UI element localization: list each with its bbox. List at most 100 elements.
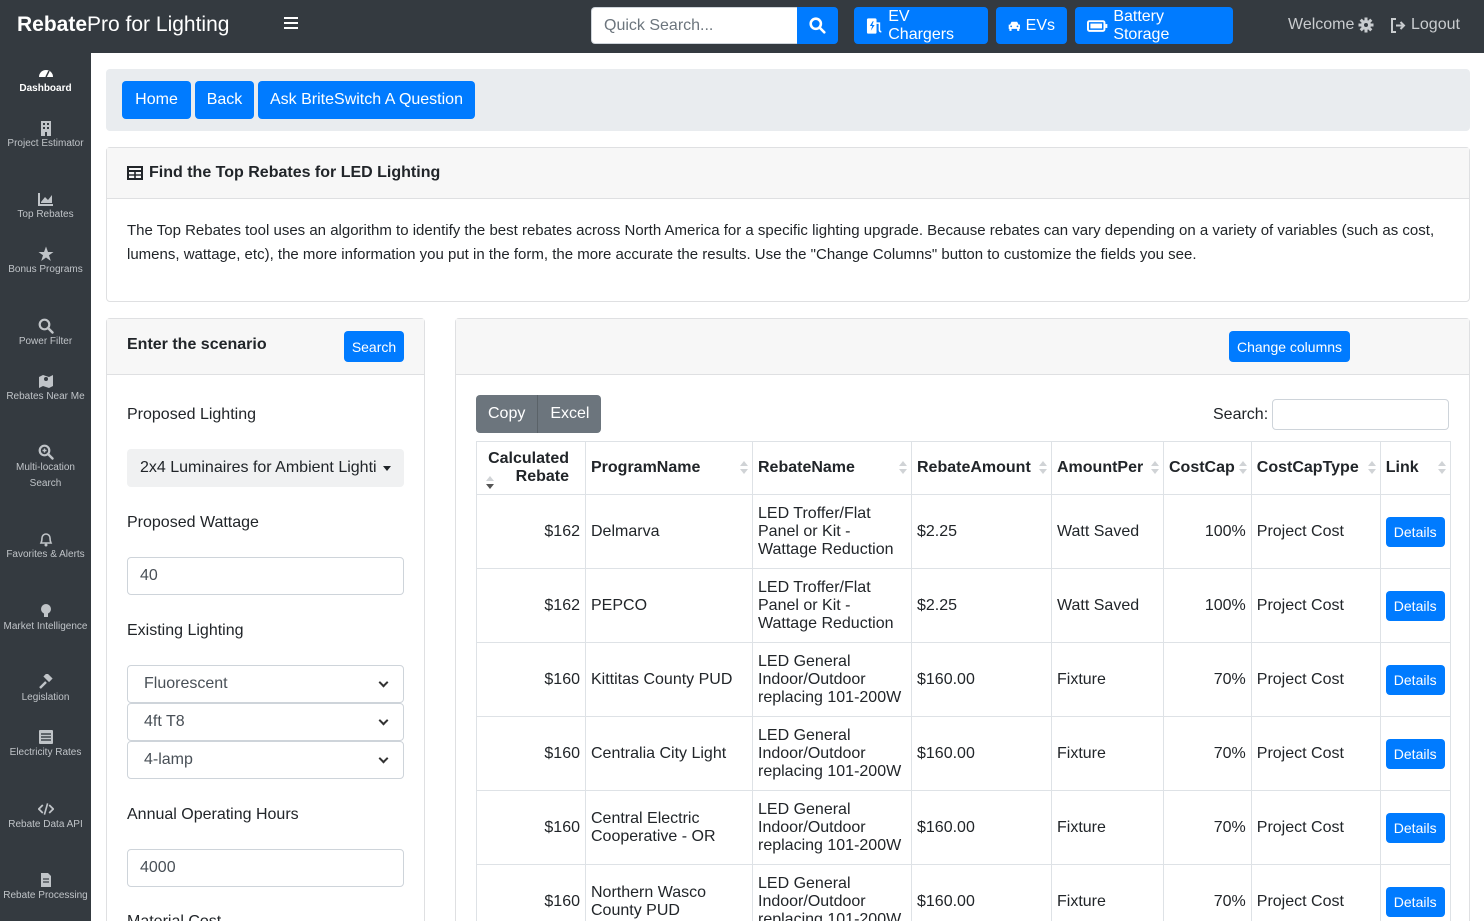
welcome-label: Welcome: [1288, 16, 1355, 33]
copy-button[interactable]: Copy: [476, 395, 539, 433]
battery-storage-label: Battery Storage: [1113, 7, 1170, 43]
table-row: $160 Northern Wasco County PUD LED General…: [476, 864, 1451, 921]
quick-search-button[interactable]: [797, 7, 838, 44]
details-button[interactable]: Details: [1385, 886, 1445, 917]
file-icon: [40, 873, 51, 887]
sidebar-item-top-rebates[interactable]: Top Rebates: [0, 191, 91, 223]
cell-cost-cap-type: Project Cost: [1250, 642, 1381, 717]
cell-amount-per: Fixture: [1051, 716, 1164, 791]
cell-program-name: Kittitas County PUD: [585, 642, 753, 717]
scenario-search-button[interactable]: Search: [344, 331, 404, 362]
operating-hours-input[interactable]: [127, 849, 404, 887]
logout-link[interactable]: Logout: [1390, 16, 1460, 34]
intro-card-header: Find the Top Rebates for LED Lighting: [107, 148, 1469, 199]
cell-cost-cap: 100%: [1163, 494, 1252, 569]
cell-cost-cap: 70%: [1163, 642, 1252, 717]
intro-title: Find the Top Rebates for LED Lighting: [127, 164, 440, 182]
battery-storage-button[interactable]: Battery Storage: [1075, 7, 1233, 44]
home-button[interactable]: Home: [122, 81, 191, 119]
sort-icon: [1437, 461, 1446, 475]
evs-button[interactable]: EVs: [996, 7, 1067, 44]
proposed-lighting-label: Proposed Lighting: [127, 406, 256, 423]
brand-logo[interactable]: RebatePro for Lighting: [17, 13, 229, 37]
export-button-group: Copy Excel: [476, 395, 602, 433]
details-button[interactable]: Details: [1385, 738, 1445, 769]
details-button[interactable]: Details: [1385, 664, 1445, 695]
column-header-rebate-amount[interactable]: RebateAmount: [911, 441, 1052, 495]
details-button[interactable]: Details: [1385, 516, 1445, 547]
column-header-calculated-rebate[interactable]: Calculated Rebate: [476, 441, 586, 495]
table-row: $162 Delmarva LED Troffer/Flat Panel or Ki…: [476, 494, 1451, 569]
sidebar: Dashboard Project Estimator Top Rebates …: [0, 53, 91, 921]
sidebar-item-multi-location-search[interactable]: Multi-location Search: [0, 444, 91, 492]
logout-label: Logout: [1411, 16, 1460, 33]
cell-calculated-rebate: $160: [476, 716, 586, 791]
details-button[interactable]: Details: [1385, 812, 1445, 843]
top-navbar: RebatePro for Lighting EV Chargers EVs B…: [0, 0, 1484, 53]
cell-program-name: PEPCO: [585, 568, 753, 643]
column-header-cost-cap[interactable]: CostCap: [1163, 441, 1252, 495]
bell-icon: [39, 533, 52, 547]
sidebar-item-bonus-programs[interactable]: Bonus Programs: [0, 246, 91, 278]
existing-size-select[interactable]: 4ft T8: [127, 703, 404, 741]
cell-rebate-amount: $2.25: [911, 494, 1052, 569]
excel-button[interactable]: Excel: [538, 395, 601, 433]
sidebar-item-favorites-alerts[interactable]: Favorites & Alerts: [0, 531, 91, 563]
menu-toggle-icon[interactable]: [284, 17, 298, 31]
sidebar-item-legislation[interactable]: Legislation: [0, 674, 91, 706]
details-button[interactable]: Details: [1385, 590, 1445, 621]
cell-rebate-name: LED General Indoor/Outdoor replacing 101…: [752, 790, 912, 865]
cell-cost-cap-type: Project Cost: [1250, 864, 1381, 921]
proposed-lighting-dropdown[interactable]: 2x4 Luminaires for Ambient Lighti: [127, 449, 404, 487]
column-header-rebate-name[interactable]: RebateName: [752, 441, 912, 495]
cell-cost-cap: 70%: [1163, 790, 1252, 865]
scenario-title: Enter the scenario: [127, 336, 267, 353]
sidebar-item-market-intelligence[interactable]: Market Intelligence: [0, 603, 91, 635]
table-search-label: Search:: [1213, 406, 1269, 423]
cell-rebate-amount: $2.25: [911, 568, 1052, 643]
table-header-row: Calculated Rebate ProgramName RebateName…: [476, 441, 1451, 495]
sidebar-item-power-filter[interactable]: Power Filter: [0, 318, 91, 350]
search-icon: [809, 17, 826, 34]
cell-amount-per: Fixture: [1051, 642, 1164, 717]
sort-icon: [1039, 461, 1047, 475]
column-header-amount-per[interactable]: AmountPer: [1051, 441, 1164, 495]
ask-question-button[interactable]: Ask BriteSwitch A Question: [258, 81, 475, 119]
welcome-settings[interactable]: Welcome: [1288, 16, 1374, 34]
quick-search-input[interactable]: [591, 7, 797, 44]
action-bar: Home Back Ask BriteSwitch A Question: [106, 69, 1470, 131]
cell-rebate-name: LED Troffer/Flat Panel or Kit - Wattage …: [752, 494, 912, 569]
dashboard-icon: [38, 70, 53, 78]
results-card: Change columns Copy Excel Search: Calcul…: [455, 318, 1470, 921]
scenario-card: Enter the scenario Search Proposed Light…: [106, 318, 425, 921]
cell-calculated-rebate: $162: [476, 568, 586, 643]
back-button[interactable]: Back: [195, 81, 254, 119]
existing-type-select[interactable]: Fluorescent: [127, 665, 404, 703]
existing-lamps-select[interactable]: 4-lamp: [127, 741, 404, 779]
charging-station-icon: [866, 17, 882, 34]
ev-chargers-button[interactable]: EV Chargers: [854, 7, 988, 44]
sidebar-item-project-estimator[interactable]: Project Estimator: [0, 120, 91, 152]
operating-hours-label: Annual Operating Hours: [127, 806, 299, 823]
map-icon: [38, 375, 53, 388]
column-header-link[interactable]: Link: [1379, 441, 1451, 495]
intro-text: The Top Rebates tool uses an algorithm t…: [127, 222, 1435, 263]
sidebar-item-electricity-rates[interactable]: Electricity Rates: [0, 729, 91, 761]
cell-rebate-amount: $160.00: [911, 864, 1052, 921]
sidebar-item-dashboard[interactable]: Dashboard: [0, 65, 91, 97]
gear-icon: [1358, 17, 1374, 33]
column-header-cost-cap-type[interactable]: CostCapType: [1250, 441, 1381, 495]
cell-link: Details: [1379, 716, 1451, 791]
change-columns-button[interactable]: Change columns: [1229, 331, 1350, 362]
proposed-wattage-label: Proposed Wattage: [127, 514, 259, 531]
star-icon: [38, 246, 53, 261]
sidebar-item-rebate-processing[interactable]: Rebate Processing: [0, 872, 91, 904]
table-search-input[interactable]: [1272, 399, 1449, 430]
sort-icon: [1367, 461, 1376, 475]
column-header-program-name[interactable]: ProgramName: [585, 441, 753, 495]
sidebar-item-rebates-near-me[interactable]: Rebates Near Me: [0, 373, 91, 405]
sidebar-item-rebate-data-api[interactable]: Rebate Data API: [0, 801, 91, 833]
code-icon: [37, 803, 54, 815]
proposed-wattage-input[interactable]: [127, 557, 404, 595]
cell-calculated-rebate: $160: [476, 864, 586, 921]
